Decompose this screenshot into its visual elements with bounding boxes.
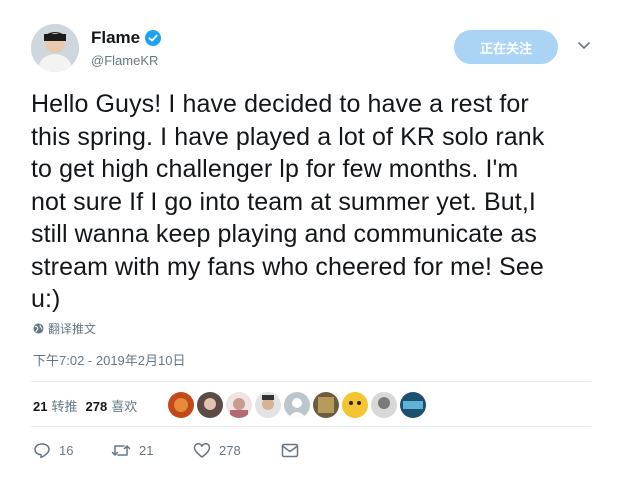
display-name[interactable]: Flame <box>91 28 140 48</box>
likes-stat[interactable]: 278 喜欢 <box>85 396 137 415</box>
translate-tweet-link[interactable]: 翻译推文 <box>33 320 96 337</box>
tweet-line: stream with my fans who cheered for me! … <box>31 252 544 281</box>
reply-icon <box>34 443 50 459</box>
like-count: 278 <box>219 443 241 458</box>
liker-avatar[interactable] <box>197 392 223 418</box>
tweet-line: Hello Guys! I have decided to have a res… <box>31 90 529 118</box>
liker-avatar[interactable] <box>226 392 252 418</box>
tweet-line: this spring. I have played a lot of KR s… <box>31 122 545 151</box>
divider <box>31 426 591 427</box>
user-handle[interactable]: @FlameKR <box>91 53 158 68</box>
tweet-line: still wanna keep playing and communicate… <box>31 220 537 248</box>
direct-message-button[interactable] <box>281 443 307 458</box>
liker-avatars <box>168 392 429 418</box>
heart-icon <box>193 443 211 458</box>
reply-count: 16 <box>59 443 74 458</box>
liker-avatar[interactable] <box>400 392 426 418</box>
reply-button[interactable]: 16 <box>33 442 111 459</box>
chevron-down-icon[interactable] <box>576 40 592 52</box>
retweets-stat[interactable]: 21 转推 <box>33 396 77 415</box>
retweet-count: 21 <box>139 443 154 458</box>
retweet-icon <box>111 445 131 456</box>
tweet-line: not sure If I go into team at summer yet… <box>31 187 536 216</box>
liker-avatar[interactable] <box>284 392 310 418</box>
translate-label[interactable]: 翻译推文 <box>48 320 96 337</box>
divider <box>31 381 591 382</box>
tweet-actions: 16 21 278 <box>33 442 307 459</box>
liker-avatar[interactable] <box>168 392 194 418</box>
globe-icon <box>33 323 44 334</box>
tweet-text: Hello Guys! I have decided to have a res… <box>31 88 596 316</box>
verified-badge-icon <box>145 30 162 46</box>
user-avatar[interactable] <box>31 24 79 72</box>
tweet-stats: 21 转推 278 喜欢 <box>33 396 137 415</box>
tweet-line: u:) <box>31 285 61 313</box>
like-button[interactable]: 278 <box>193 442 281 459</box>
following-button[interactable]: 正在关注 <box>454 30 558 64</box>
tweet-line: to get high challenger lp for few months… <box>31 155 519 183</box>
liker-avatar[interactable] <box>342 392 368 418</box>
liker-avatar[interactable] <box>255 392 281 418</box>
liker-avatar[interactable] <box>313 392 339 418</box>
liker-avatar[interactable] <box>371 392 397 418</box>
envelope-icon <box>281 443 299 458</box>
retweet-button[interactable]: 21 <box>111 442 193 459</box>
tweet-timestamp[interactable]: 下午7:02 - 2019年2月10日 <box>33 350 185 369</box>
